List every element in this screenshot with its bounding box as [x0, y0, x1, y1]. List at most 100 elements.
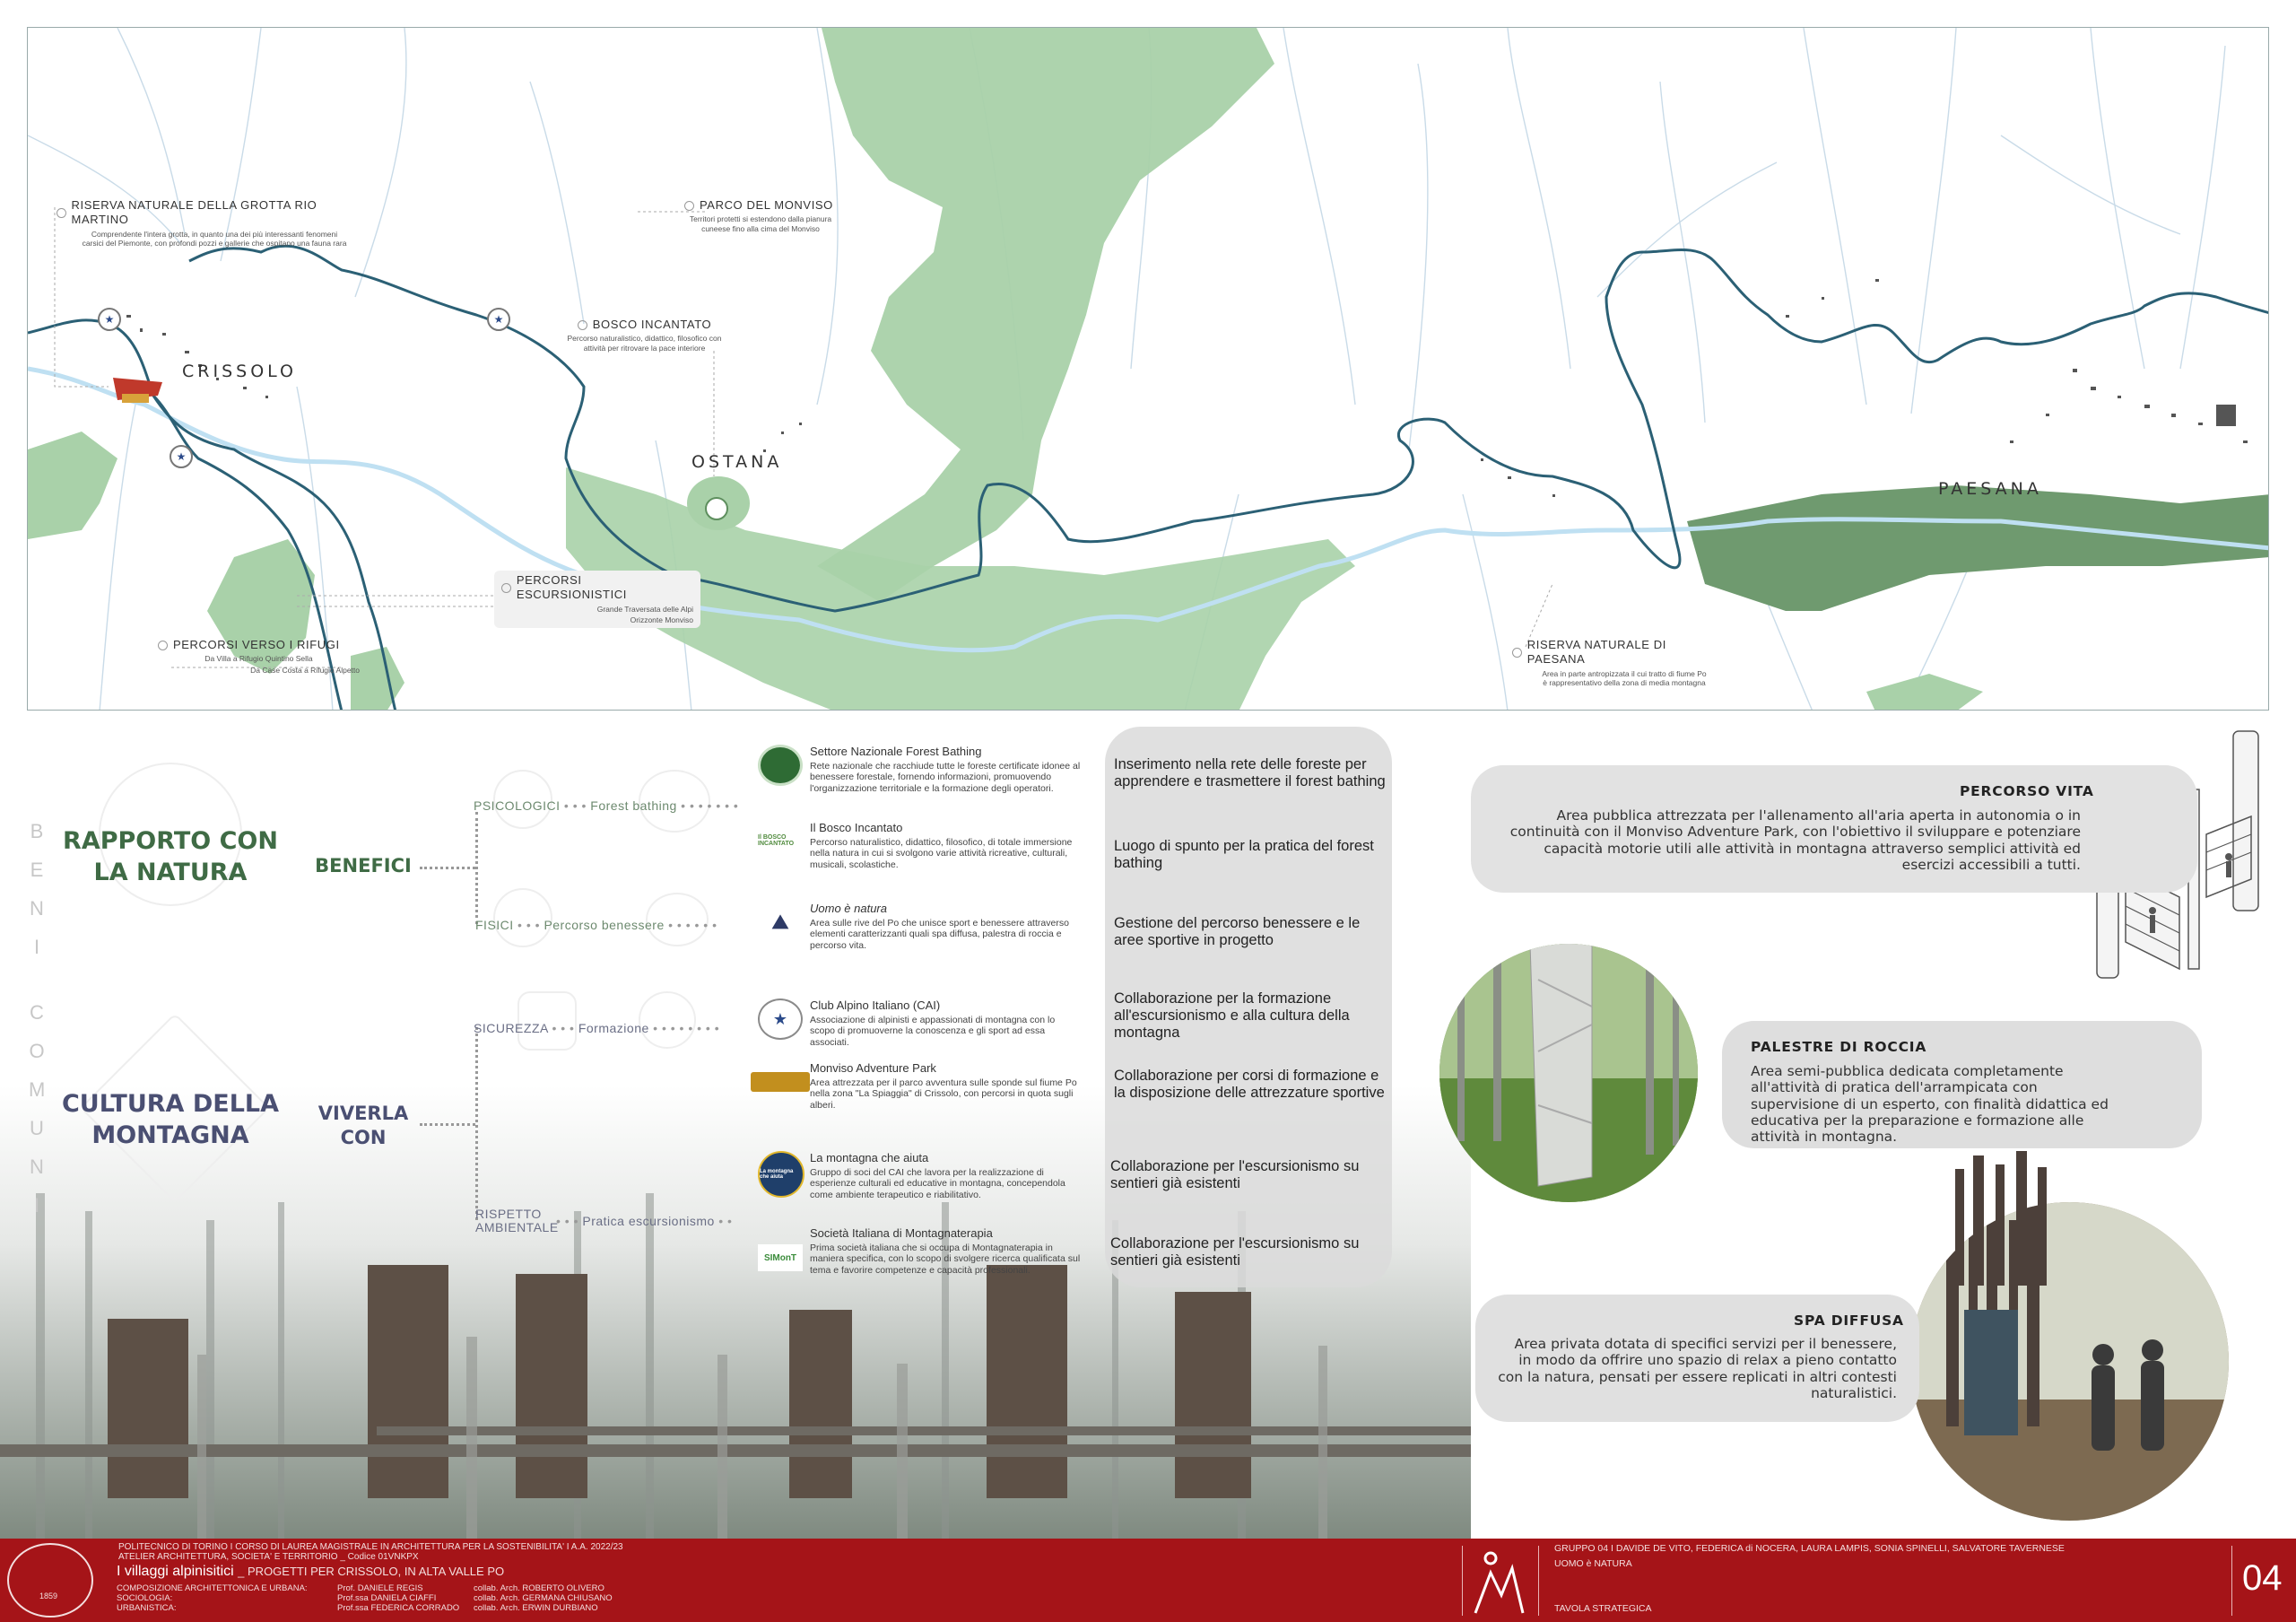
town-label-crissolo: CRISSOLO [182, 362, 298, 381]
spa-diffusa-title: SPA DIFFUSA [1794, 1312, 1904, 1329]
footer-tavola: TAVOLA STRATEGICA [1554, 1603, 1652, 1614]
monviso-adventure-logo-icon [751, 1072, 810, 1092]
vertical-letter: N [30, 1155, 46, 1178]
goal-text: Gestione del percorso benessere e le are… [1114, 915, 1361, 948]
rapporto-natura-title: RAPPORTO CON LA NATURA [63, 827, 278, 887]
palestre-roccia-title: PALESTRE DI ROCCIA [1751, 1039, 1927, 1055]
org-montagnaterapia: SIMonT Società Italiana di Montagnaterap… [758, 1226, 1081, 1276]
org-uomo-natura: ⛰ Uomo è natura Area sulle rive del Po c… [758, 902, 1081, 951]
poi-desc: Area in parte antropizzata il cui tratto… [1542, 668, 1707, 688]
polito-seal-icon: 1859 [7, 1543, 93, 1618]
territorial-map: ★ ★ ★ CRISSOLO OSTANA PAESANA RISERVA NA… [27, 27, 2269, 711]
palestra-roccia-graphics [1439, 944, 1698, 1202]
percorso-vita-title: PERCORSO VITA [1960, 783, 2094, 799]
map-graphics [28, 28, 2268, 710]
gear-ghost-icon [639, 991, 696, 1049]
footer-collabs: collab. Arch. ROBERTO OLIVERO collab. Ar… [474, 1583, 613, 1613]
org-cai: ★ Club Alpino Italiano (CAI) Associazion… [758, 998, 1081, 1048]
poi-desc: Percorso naturalistico, didattico, filos… [567, 334, 722, 353]
cai-shield-icon: ★ [487, 308, 510, 331]
branch-category: PSICOLOGICI [474, 798, 561, 813]
org-title: La montagna che aiuta [810, 1151, 929, 1164]
poi-parco-monviso: PARCO DEL MONVISO Territori protetti si … [684, 198, 846, 234]
goal-text: Inserimento nella rete delle foreste per… [1114, 756, 1386, 789]
palestre-roccia-text: Area semi-pubblica dedicata completament… [1751, 1063, 2109, 1146]
footer-subject: SOCIOLOGIA: [117, 1593, 173, 1603]
vertical-letter: M [29, 1078, 48, 1101]
footer-collab: collab. Arch. ERWIN DURBIANO [474, 1603, 598, 1613]
bosco-incantato-marker-icon [705, 497, 728, 520]
footer-project: UOMO è NATURA [1554, 1558, 1632, 1569]
simont-logo-icon: SIMonT [758, 1244, 803, 1271]
org-title: Il Bosco Incantato [810, 821, 903, 834]
goal-text: Collaborazione per corsi di formazione e… [1114, 1068, 1385, 1101]
poi-desc: Grande Traversata delle Alpi [596, 604, 693, 614]
org-title: Monviso Adventure Park [810, 1061, 936, 1075]
vertical-letter: E [30, 859, 46, 881]
poi-desc: Da Case Costa a Rifugio Alpetto [250, 665, 360, 675]
poi-desc: Da Villa a Rifugio Quintino Sella [204, 654, 313, 664]
uomo-natura-logo-icon: ⛰ [758, 902, 803, 943]
org-desc: Area sulle rive del Po che unisce sport … [810, 918, 1069, 951]
protected-areas-layer [28, 28, 1983, 710]
footer-atelier-line: ATELIER ARCHITETTURA, SOCIETA' E TERRITO… [118, 1552, 419, 1562]
footer-subject: URBANISTICA: [117, 1603, 177, 1613]
poi-desc: Comprendente l'intera grotta, in quanto … [82, 229, 347, 249]
footer-group: GRUPPO 04 I DAVIDE DE VITO, FEDERICA di … [1554, 1543, 2065, 1554]
org-desc: Percorso naturalistico, didattico, filos… [810, 837, 1073, 870]
tree-icon [577, 319, 587, 330]
spa-diffusa-text: Area privata dotata di specifici servizi… [1498, 1336, 1897, 1401]
cai-shield-icon: ★ [170, 445, 193, 468]
vertical-letter: C [30, 1001, 46, 1024]
vertical-letter: B [30, 820, 46, 842]
vertical-letter: O [29, 1040, 47, 1062]
cai-shield-icon: ★ [98, 308, 121, 331]
connector-dots [420, 1123, 475, 1126]
town-label-paesana: PAESANA [1938, 479, 2042, 499]
hiker-icon [501, 582, 511, 593]
org-bosco-incantato: Il BOSCO INCANTATO Il Bosco Incantato Pe… [758, 821, 1081, 870]
footer-title-main: I villaggi alpinisitici [117, 1564, 234, 1579]
footer-prof: Prof.ssa DANIELA CIAFFI [337, 1593, 437, 1603]
poi-riserva-paesana: RISERVA NATURALE DI PAESANA Area in part… [1512, 638, 1723, 688]
percorso-vita-text: Area pubblica attrezzata per l'allenamen… [1509, 807, 2081, 873]
branch-rispetto: • • • Pratica escursionismo • • [556, 1214, 733, 1228]
crissolo-project-marker [122, 394, 149, 403]
branch-item: Percorso benessere [544, 918, 665, 932]
branch-item: Formazione [578, 1021, 649, 1035]
connector-dots [475, 1027, 478, 1220]
poi-title: BOSCO INCANTATO [592, 318, 712, 331]
org-desc: Area attrezzata per il parco avventura s… [810, 1077, 1077, 1111]
connector-dots [420, 867, 475, 869]
vertical-letter: N [30, 897, 46, 920]
branch-item: Pratica escursionismo [582, 1214, 715, 1228]
footer-bar: 1859 POLITECNICO DI TORINO I CORSO DI LA… [0, 1539, 2296, 1622]
org-montagna-aiuta: La montagna che aiuta La montagna che ai… [758, 1151, 1081, 1200]
info-circle-icon [57, 207, 66, 218]
beni-comuni-vertical-label: B E N I C O M U N I [29, 812, 47, 1225]
poi-title: RISERVA NATURALE DELLA GROTTA RIO MARTIN… [71, 198, 317, 227]
branch-rispetto-cat: RISPETTO AMBIENTALE [475, 1207, 559, 1234]
benefici-label: BENEFICI [315, 855, 412, 876]
goal-text: Collaborazione per l'escursionismo su se… [1110, 1235, 1360, 1269]
poi-percorsi-rifugi: PERCORSI VERSO I RIFUGI Da Villa a Rifug… [158, 638, 360, 676]
org-forest-bathing: Settore Nazionale Forest Bathing Rete na… [758, 745, 1081, 794]
spa-pavilion-top-graphics [1955, 1151, 2047, 1286]
footer-divider [2231, 1546, 2232, 1616]
hut-icon [158, 640, 168, 650]
goal-text: Collaborazione per l'escursionismo su se… [1110, 1158, 1360, 1191]
org-desc: Gruppo di soci del CAI che lavora per la… [810, 1167, 1065, 1200]
footer-page-number: 04 [2242, 1558, 2283, 1598]
footer-prof: Prof.ssa FEDERICA CORRADO [337, 1603, 460, 1613]
branch-fisici: FISICI • • • Percorso benessere • • • • … [475, 918, 718, 932]
footer-collab: collab. Arch. GERMANA CHIUSANO [474, 1593, 613, 1603]
poi-title: PARCO DEL MONVISO [700, 198, 833, 212]
branch-psicologici: PSICOLOGICI • • • Forest bathing • • • •… [474, 798, 739, 813]
org-desc: Rete nazionale che racchiude tutte le fo… [810, 761, 1081, 794]
uomo-natura-logo-icon [1474, 1551, 1525, 1614]
montagna-aiuta-logo-icon: La montagna che aiuta [758, 1151, 804, 1198]
branch-category: FISICI [475, 918, 514, 932]
poi-title: RISERVA NATURALE DI PAESANA [1526, 638, 1666, 667]
goal-text: Luogo di spunto per la pratica del fores… [1114, 838, 1374, 871]
poi-bosco-incantato: BOSCO INCANTATO Percorso naturalistico, … [557, 318, 732, 353]
